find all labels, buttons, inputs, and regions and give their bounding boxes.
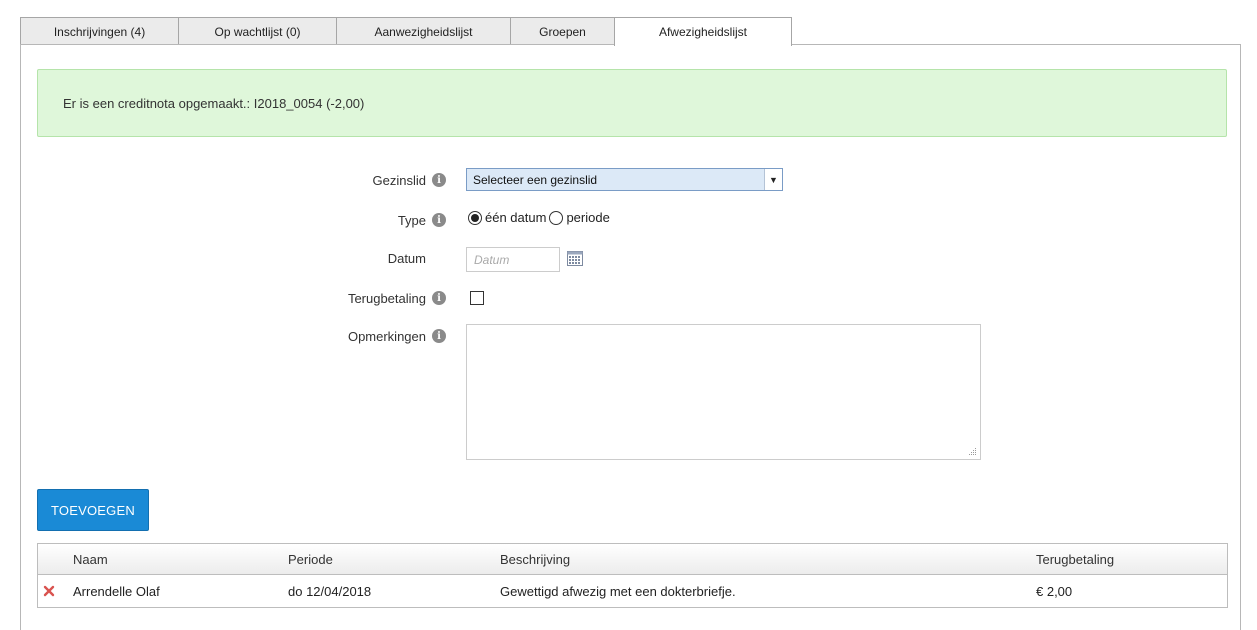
info-icon[interactable]: i — [432, 291, 446, 305]
absences-table: Naam Periode Beschrijving Terugbetaling … — [37, 543, 1228, 608]
tab-groepen[interactable]: Groepen — [510, 17, 615, 45]
opmerkingen-label: Opmerkingen i — [246, 326, 446, 346]
gezinslid-label: Gezinslid i — [246, 170, 446, 190]
delete-icon[interactable] — [43, 585, 55, 597]
radio-een-datum-label: één datum — [485, 210, 547, 225]
datum-input[interactable]: Datum — [466, 247, 560, 272]
alert-message: Er is een creditnota opgemaakt.: I2018_0… — [63, 95, 365, 111]
info-icon[interactable]: i — [432, 173, 446, 187]
resize-grip-icon[interactable] — [969, 448, 977, 456]
column-header-terugbetaling[interactable]: Terugbetaling — [1036, 544, 1114, 574]
cell-periode: do 12/04/2018 — [288, 583, 372, 599]
chevron-down-icon[interactable]: ▼ — [764, 169, 782, 190]
cell-naam: Arrendelle Olaf — [73, 583, 160, 599]
tab-op-wachtlijst[interactable]: Op wachtlijst (0) — [178, 17, 337, 45]
column-header-beschrijving[interactable]: Beschrijving — [500, 544, 570, 574]
radio-een-datum[interactable] — [468, 210, 482, 225]
info-icon[interactable]: i — [432, 329, 446, 343]
gezinslid-select[interactable]: Selecteer een gezinslid ▼ — [466, 168, 783, 191]
radio-periode-label: periode — [566, 210, 610, 225]
terugbetaling-label: Terugbetaling i — [246, 288, 446, 308]
info-icon[interactable]: i — [432, 213, 446, 227]
cell-beschrijving: Gewettigd afwezig met een dokterbriefje. — [500, 583, 736, 599]
terugbetaling-checkbox[interactable] — [470, 291, 484, 305]
tab-inschrijvingen[interactable]: Inschrijvingen (4) — [20, 17, 179, 45]
success-alert: Er is een creditnota opgemaakt.: I2018_0… — [37, 69, 1227, 137]
cell-terugbetaling: € 2,00 — [1036, 583, 1073, 599]
table-row: Arrendelle Olaf do 12/04/2018 Gewettigd … — [38, 575, 1227, 607]
toevoegen-button[interactable]: TOEVOEGEN — [37, 489, 149, 531]
opmerkingen-textarea[interactable] — [466, 324, 981, 460]
radio-periode[interactable] — [549, 210, 564, 225]
type-label: Type i — [246, 210, 446, 230]
column-header-naam[interactable]: Naam — [73, 544, 108, 574]
type-radio-group: één datum periode — [468, 210, 610, 225]
datum-label: Datum — [387, 250, 426, 266]
tab-bar: Inschrijvingen (4) Op wachtlijst (0) Aan… — [20, 17, 792, 46]
tab-aanwezigheidslijst[interactable]: Aanwezigheidslijst — [336, 17, 511, 45]
tab-afwezigheidslijst[interactable]: Afwezigheidslijst — [614, 17, 792, 46]
column-header-periode[interactable]: Periode — [288, 544, 333, 574]
table-header: Naam Periode Beschrijving Terugbetaling — [38, 544, 1227, 575]
calendar-icon[interactable] — [567, 251, 583, 266]
